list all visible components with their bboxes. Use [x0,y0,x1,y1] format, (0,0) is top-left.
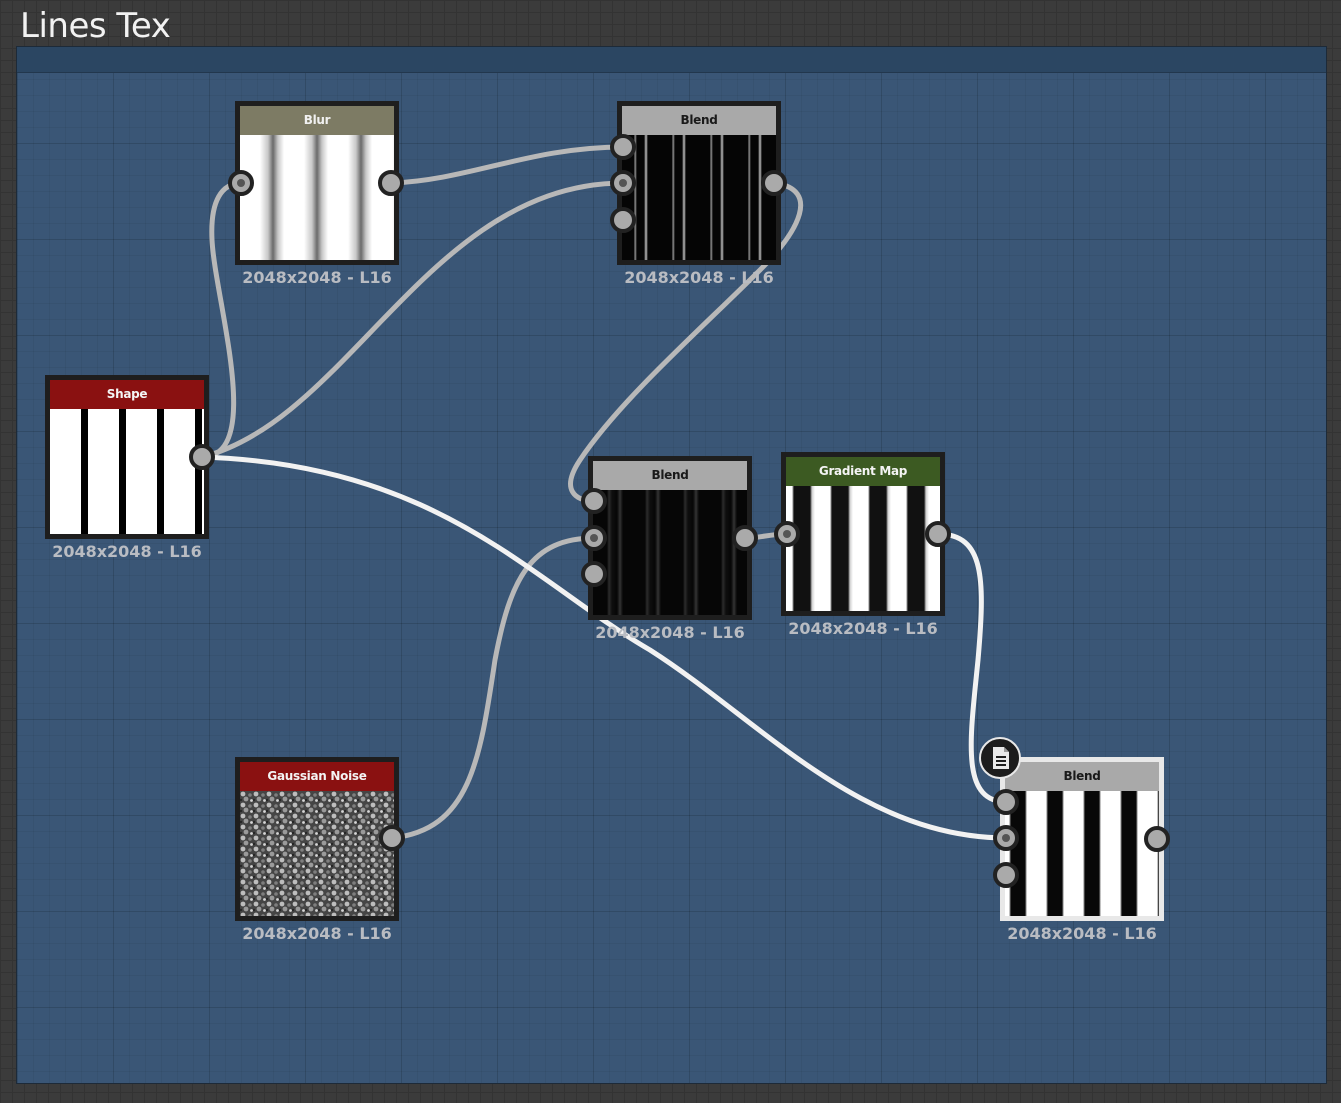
blend-output-node[interactable]: Blend 2048x2048 - L16 [993,757,1170,943]
gradient-map-thumbnail [786,486,940,611]
node-title: Blend [593,461,747,490]
node-title: Blur [240,106,394,135]
node-resolution: 2048x2048 - L16 [1007,924,1157,943]
gaussian-noise-node[interactable]: Gaussian Noise 2048x2048 - L16 [235,757,405,943]
blend-output-output-port[interactable] [1144,826,1170,852]
blend-top-background-port[interactable] [610,170,636,196]
shape-node[interactable]: Shape 2048x2048 - L16 [45,375,215,561]
blend-output-foreground-port[interactable] [993,789,1019,815]
node-resolution: 2048x2048 - L16 [788,619,938,638]
node-resolution: 2048x2048 - L16 [242,924,392,943]
blend-top-foreground-port[interactable] [610,134,636,160]
node-title: Blend [622,106,776,135]
blend-mid-thumbnail [593,490,747,615]
gaussian-noise-thumbnail [240,791,394,916]
blend-output-thumbnail [1005,791,1159,916]
node-resolution: 2048x2048 - L16 [52,542,202,561]
blend-mid-foreground-port[interactable] [581,488,607,514]
gradient-map-node[interactable]: Gradient Map 2048x2048 - L16 [774,452,951,638]
node-title: Gradient Map [786,457,940,486]
blend-mid-node[interactable]: Blend 2048x2048 - L16 [581,456,758,642]
blend-top-thumbnail [622,135,776,260]
frame-header-bar[interactable] [17,47,1326,73]
node-title: Blend [1005,762,1159,791]
blend-mid-mask-port[interactable] [581,561,607,587]
blend-mid-output-port[interactable] [732,525,758,551]
node-title: Shape [50,380,204,409]
blend-top-mask-port[interactable] [610,207,636,233]
gradient-map-input-port[interactable] [774,521,800,547]
blur-output-port[interactable] [378,170,404,196]
blend-output-background-port[interactable] [993,825,1019,851]
document-icon[interactable] [979,737,1021,779]
blur-node[interactable]: Blur 2048x2048 - L16 [228,101,404,287]
blend-output-mask-port[interactable] [993,862,1019,888]
blur-thumbnail [240,135,394,260]
node-title: Gaussian Noise [240,762,394,791]
gradient-map-output-port[interactable] [925,521,951,547]
shape-output-port[interactable] [189,444,215,470]
node-resolution: 2048x2048 - L16 [595,623,745,642]
node-resolution: 2048x2048 - L16 [624,268,774,287]
shape-thumbnail [50,409,204,534]
blend-top-output-port[interactable] [761,170,787,196]
node-resolution: 2048x2048 - L16 [242,268,392,287]
blend-mid-background-port[interactable] [581,525,607,551]
blur-input-port[interactable] [228,170,254,196]
gaussian-noise-output-port[interactable] [379,825,405,851]
blend-top-node[interactable]: Blend 2048x2048 - L16 [610,101,787,287]
frame-title: Lines Tex [20,6,171,46]
